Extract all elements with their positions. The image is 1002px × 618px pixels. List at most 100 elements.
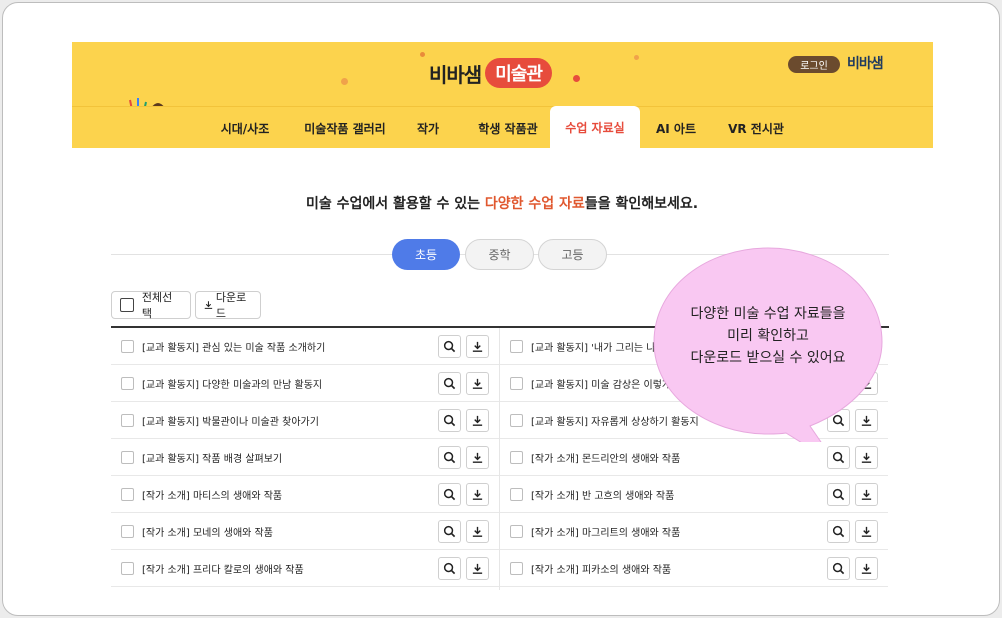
- row-checkbox[interactable]: [510, 413, 523, 427]
- bulk-download-button[interactable]: 다운로드: [195, 291, 261, 320]
- select-all-button[interactable]: 전체선택: [111, 291, 191, 320]
- search-icon: [443, 414, 456, 426]
- search-icon: [443, 488, 456, 500]
- preview-button[interactable]: [438, 445, 461, 469]
- decor-dot: [341, 78, 348, 85]
- preview-button[interactable]: [827, 556, 850, 580]
- download-button[interactable]: [466, 408, 489, 432]
- select-all-label: 전체선택: [141, 291, 173, 320]
- site-logo[interactable]: 비바샘 미술관: [429, 58, 552, 88]
- row-checkbox[interactable]: [121, 376, 134, 390]
- row-label: [교과 활동지] 박물관이나 미술관 찾아가기: [142, 416, 319, 428]
- download-icon: [861, 563, 872, 574]
- preview-button[interactable]: [438, 371, 461, 395]
- download-button[interactable]: [466, 334, 489, 358]
- decor-dot: [634, 55, 639, 60]
- preview-button[interactable]: [438, 519, 461, 543]
- row-label: [작가 소개] 마티스의 생애와 작품: [142, 490, 283, 502]
- download-icon: [861, 526, 872, 537]
- tab-middle[interactable]: 중학: [465, 239, 534, 270]
- nav-class-materials[interactable]: 수업 자료실: [550, 106, 640, 149]
- row-label: [교과 활동지] 작품 배경 살펴보기: [142, 453, 283, 465]
- download-icon: [861, 452, 872, 463]
- search-icon: [443, 451, 456, 463]
- row-checkbox[interactable]: [121, 561, 134, 575]
- row-checkbox[interactable]: [121, 524, 134, 538]
- brand-logo[interactable]: 비바샘: [847, 53, 884, 73]
- nav-vr-exhibition[interactable]: VR 전시관: [720, 107, 792, 149]
- table-row: [작가 소개] 모네의 생애와 작품: [111, 513, 499, 550]
- row-checkbox[interactable]: [121, 339, 134, 353]
- headline-highlight: 다양한 수업 자료: [484, 196, 585, 212]
- bubble-line3: 다운로드 받으실 수 있어요: [690, 350, 846, 366]
- preview-button[interactable]: [827, 519, 850, 543]
- search-icon: [832, 525, 845, 537]
- row-checkbox[interactable]: [510, 487, 523, 501]
- search-icon: [443, 525, 456, 537]
- download-button[interactable]: [855, 445, 878, 469]
- decor-dot: [420, 52, 425, 57]
- logo-pill: 미술관: [485, 58, 552, 88]
- download-icon: [472, 452, 483, 463]
- tab-high[interactable]: 고등: [538, 239, 607, 270]
- page-headline: 미술 수업에서 활용할 수 있는 다양한 수업 자료들을 확인해보세요.: [3, 193, 999, 213]
- row-checkbox[interactable]: [121, 413, 134, 427]
- download-button[interactable]: [466, 482, 489, 506]
- row-label: [작가 소개] 반 고흐의 생애와 작품: [531, 490, 675, 502]
- search-icon: [443, 562, 456, 574]
- search-icon: [443, 377, 456, 389]
- headline-part1: 미술 수업에서 활용할 수 있는: [305, 196, 485, 212]
- table-row: [작가 소개] 피카소의 생애와 작품: [500, 550, 888, 587]
- nav-gallery[interactable]: 미술작품 갤러리: [296, 107, 394, 149]
- download-icon: [472, 415, 483, 426]
- download-icon: [472, 489, 483, 500]
- download-icon: [472, 341, 483, 352]
- nav-artist[interactable]: 작가: [406, 107, 450, 149]
- header-top: 비바샘 미술관 로그인 비바샘: [72, 42, 933, 106]
- search-icon: [832, 451, 845, 463]
- preview-button[interactable]: [438, 408, 461, 432]
- nav-ai-art[interactable]: AI 아트: [646, 107, 706, 149]
- app-frame: 비바샘 미술관 로그인 비바샘 시대/사조 미술작품 갤러리 작가 학생 작품관…: [2, 2, 1000, 616]
- row-checkbox[interactable]: [510, 376, 523, 390]
- row-checkbox[interactable]: [121, 487, 134, 501]
- site-header: 비바샘 미술관 로그인 비바샘 시대/사조 미술작품 갤러리 작가 학생 작품관…: [72, 42, 933, 149]
- row-label: [작가 소개] 모네의 생애와 작품: [142, 527, 273, 539]
- nav-student-works[interactable]: 학생 작품관: [466, 107, 550, 149]
- download-button[interactable]: [466, 371, 489, 395]
- table-row: [작가 소개] 마티스의 생애와 작품: [111, 476, 499, 513]
- download-button[interactable]: [855, 519, 878, 543]
- table-row: [작가 소개] 프리다 칼로의 생애와 작품: [111, 550, 499, 587]
- table-row: [교과 활동지] 관심 있는 미술 작품 소개하기: [111, 328, 499, 365]
- preview-button[interactable]: [827, 482, 850, 506]
- download-button[interactable]: [855, 556, 878, 580]
- preview-button[interactable]: [438, 334, 461, 358]
- download-icon: [472, 378, 483, 389]
- download-button[interactable]: [466, 556, 489, 580]
- nav-era[interactable]: 시대/사조: [210, 107, 280, 149]
- download-button[interactable]: [466, 445, 489, 469]
- row-label: [교과 활동지] 관심 있는 미술 작품 소개하기: [142, 342, 326, 354]
- row-label: [작가 소개] 몬드리안의 생애와 작품: [531, 453, 681, 465]
- row-checkbox[interactable]: [510, 561, 523, 575]
- row-checkbox[interactable]: [510, 524, 523, 538]
- download-icon: [472, 526, 483, 537]
- download-button[interactable]: [855, 482, 878, 506]
- table-row: [교과 활동지] 다양한 미술과의 만남 활동지: [111, 365, 499, 402]
- preview-button[interactable]: [438, 556, 461, 580]
- row-checkbox[interactable]: [510, 339, 523, 353]
- logo-text: 비바샘: [429, 62, 482, 87]
- download-button[interactable]: [466, 519, 489, 543]
- download-icon: [472, 563, 483, 574]
- login-button[interactable]: 로그인: [788, 56, 840, 73]
- preview-button[interactable]: [827, 445, 850, 469]
- row-label: [작가 소개] 프리다 칼로의 생애와 작품: [142, 564, 304, 576]
- tab-elementary[interactable]: 초등: [392, 239, 460, 270]
- select-all-checkbox[interactable]: [120, 298, 134, 312]
- bubble-text: 다양한 미술 수업 자료들을 미리 확인하고 다운로드 받으실 수 있어요: [650, 303, 886, 369]
- row-checkbox[interactable]: [510, 450, 523, 464]
- table-row: [교과 활동지] 박물관이나 미술관 찾아가기: [111, 402, 499, 439]
- bubble-line1: 다양한 미술 수업 자료들을: [690, 306, 846, 322]
- row-checkbox[interactable]: [121, 450, 134, 464]
- preview-button[interactable]: [438, 482, 461, 506]
